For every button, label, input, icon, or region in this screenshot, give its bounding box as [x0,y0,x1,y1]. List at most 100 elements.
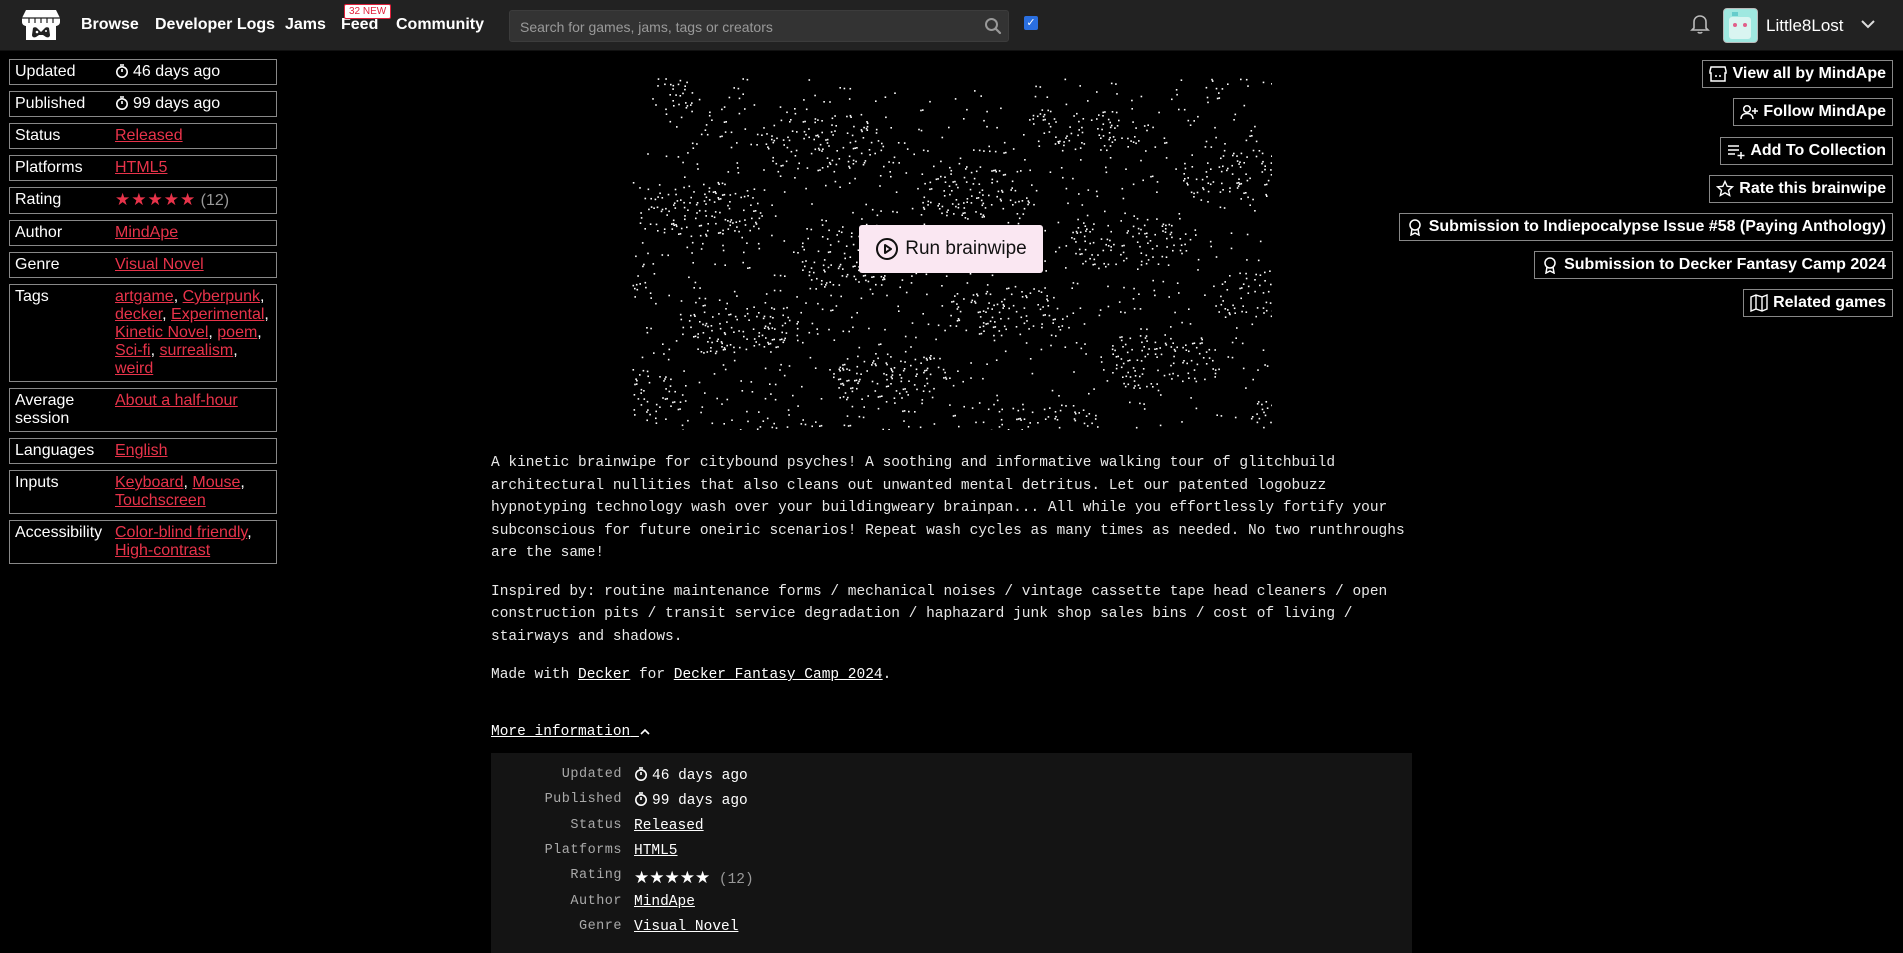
chevron-down-icon[interactable] [1859,15,1877,33]
noise-dot [728,228,730,230]
noise-dot [830,244,832,246]
decker-link[interactable]: Decker [578,667,630,683]
tag-link[interactable]: Kinetic Novel [115,324,208,341]
noise-dot [891,378,893,380]
noise-dot [759,332,761,334]
submission-indiepocalypse-button[interactable]: Submission to Indiepocalypse Issue #58 (… [1399,213,1893,241]
tag-link[interactable]: Sci-fi [115,342,151,359]
noise-dot [787,317,789,319]
noise-dot [835,125,837,127]
checkbox-checked-icon[interactable]: ✓ [1024,16,1038,30]
noise-dot [1173,363,1175,365]
noise-dot [1191,360,1193,362]
rating-stars[interactable]: ★★★★★ (12) [115,191,272,210]
table-genre-link[interactable]: Visual Novel [634,919,738,935]
info-genre-link[interactable]: Visual Novel [115,256,204,273]
noise-dot [929,357,931,359]
itchio-logo-icon[interactable] [21,7,61,43]
table-author-link[interactable]: MindApe [634,894,695,910]
noise-dot [743,336,745,338]
noise-dot [724,264,726,266]
noise-dot [1068,327,1070,329]
noise-dot [783,139,785,141]
noise-dot [841,232,843,234]
accessibility-link[interactable]: Color-blind friendly [115,524,247,541]
noise-dot [704,312,706,314]
info-author-link[interactable]: MindApe [115,224,178,241]
noise-dot [1264,169,1266,171]
nav-browse[interactable]: Browse [81,16,139,34]
noise-dot [856,262,858,264]
nav-community[interactable]: Community [396,16,484,34]
noise-dot [668,211,670,213]
noise-dot [1029,422,1031,424]
noise-dot [1170,365,1172,367]
accessibility-link[interactable]: High-contrast [115,542,210,559]
noise-dot [768,343,770,345]
noise-dot [1021,291,1023,293]
related-games-button[interactable]: Related games [1743,289,1893,317]
search-icon[interactable] [984,17,1002,35]
table-row: Rating ★★★★★ (12) [491,868,1412,892]
noise-dot [931,188,933,190]
tag-link[interactable]: weird [115,360,153,377]
follow-author-button[interactable]: Follow MindApe [1733,98,1893,126]
view-all-by-author-button[interactable]: View all by MindApe [1702,60,1893,88]
avatar[interactable] [1723,8,1758,43]
add-to-collection-button[interactable]: Add To Collection [1720,137,1893,165]
noise-dot [1074,238,1076,240]
noise-dot [1271,316,1272,318]
noise-dot [772,160,774,162]
jam-link[interactable]: Decker Fantasy Camp 2024 [674,667,883,683]
table-status-link[interactable]: Released [634,818,704,834]
table-rating-stars[interactable]: ★★★★★ (12) [634,868,754,889]
more-information-toggle[interactable]: More information [491,724,651,740]
run-game-button[interactable]: Run brainwipe [859,225,1043,273]
tag-link[interactable]: poem [217,324,257,341]
input-link[interactable]: Keyboard [115,474,184,491]
noise-dot [717,339,719,341]
noise-dot [711,342,713,344]
noise-dot [1030,358,1032,360]
submission-decker-camp-button[interactable]: Submission to Decker Fantasy Camp 2024 [1534,251,1893,279]
rate-game-button[interactable]: Rate this brainwipe [1709,175,1893,203]
noise-dot [797,252,799,254]
nav-jams[interactable]: Jams [285,16,326,34]
tag-link[interactable]: Experimental [171,306,264,323]
bell-icon[interactable] [1690,13,1710,35]
noise-dot [980,95,982,97]
info-status-link[interactable]: Released [115,127,183,144]
noise-dot [904,388,906,390]
noise-dot [1033,118,1035,120]
tag-link[interactable]: surrealism [159,342,233,359]
noise-dot [1181,79,1183,81]
noise-dot [1165,225,1167,227]
noise-dot [723,364,725,366]
input-link[interactable]: Mouse [192,474,240,491]
noise-dot [879,185,881,187]
noise-dot [747,79,749,81]
search-input[interactable] [518,11,982,43]
noise-dot [1088,189,1090,191]
info-platforms-link[interactable]: HTML5 [115,159,167,176]
noise-dot [780,275,782,277]
tag-link[interactable]: artgame [115,288,174,305]
nav-developer-logs[interactable]: Developer Logs [155,16,275,34]
noise-dot [1212,368,1214,370]
table-platforms-link[interactable]: HTML5 [634,843,678,859]
info-languages-link[interactable]: English [115,442,167,459]
tag-link[interactable]: Cyberpunk [183,288,260,305]
noise-dot [1225,308,1227,310]
noise-dot [1207,162,1209,164]
info-session-link[interactable]: About a half-hour [115,392,238,409]
input-link[interactable]: Touchscreen [115,492,206,509]
noise-dot [656,404,658,406]
noise-dot [890,383,892,385]
noise-dot [980,213,982,215]
noise-dot [827,142,829,144]
noise-dot [924,385,926,387]
tag-link[interactable]: decker [115,306,162,323]
noise-dot [655,411,657,413]
username[interactable]: Little8Lost [1766,16,1844,36]
noise-dot [1261,404,1263,406]
